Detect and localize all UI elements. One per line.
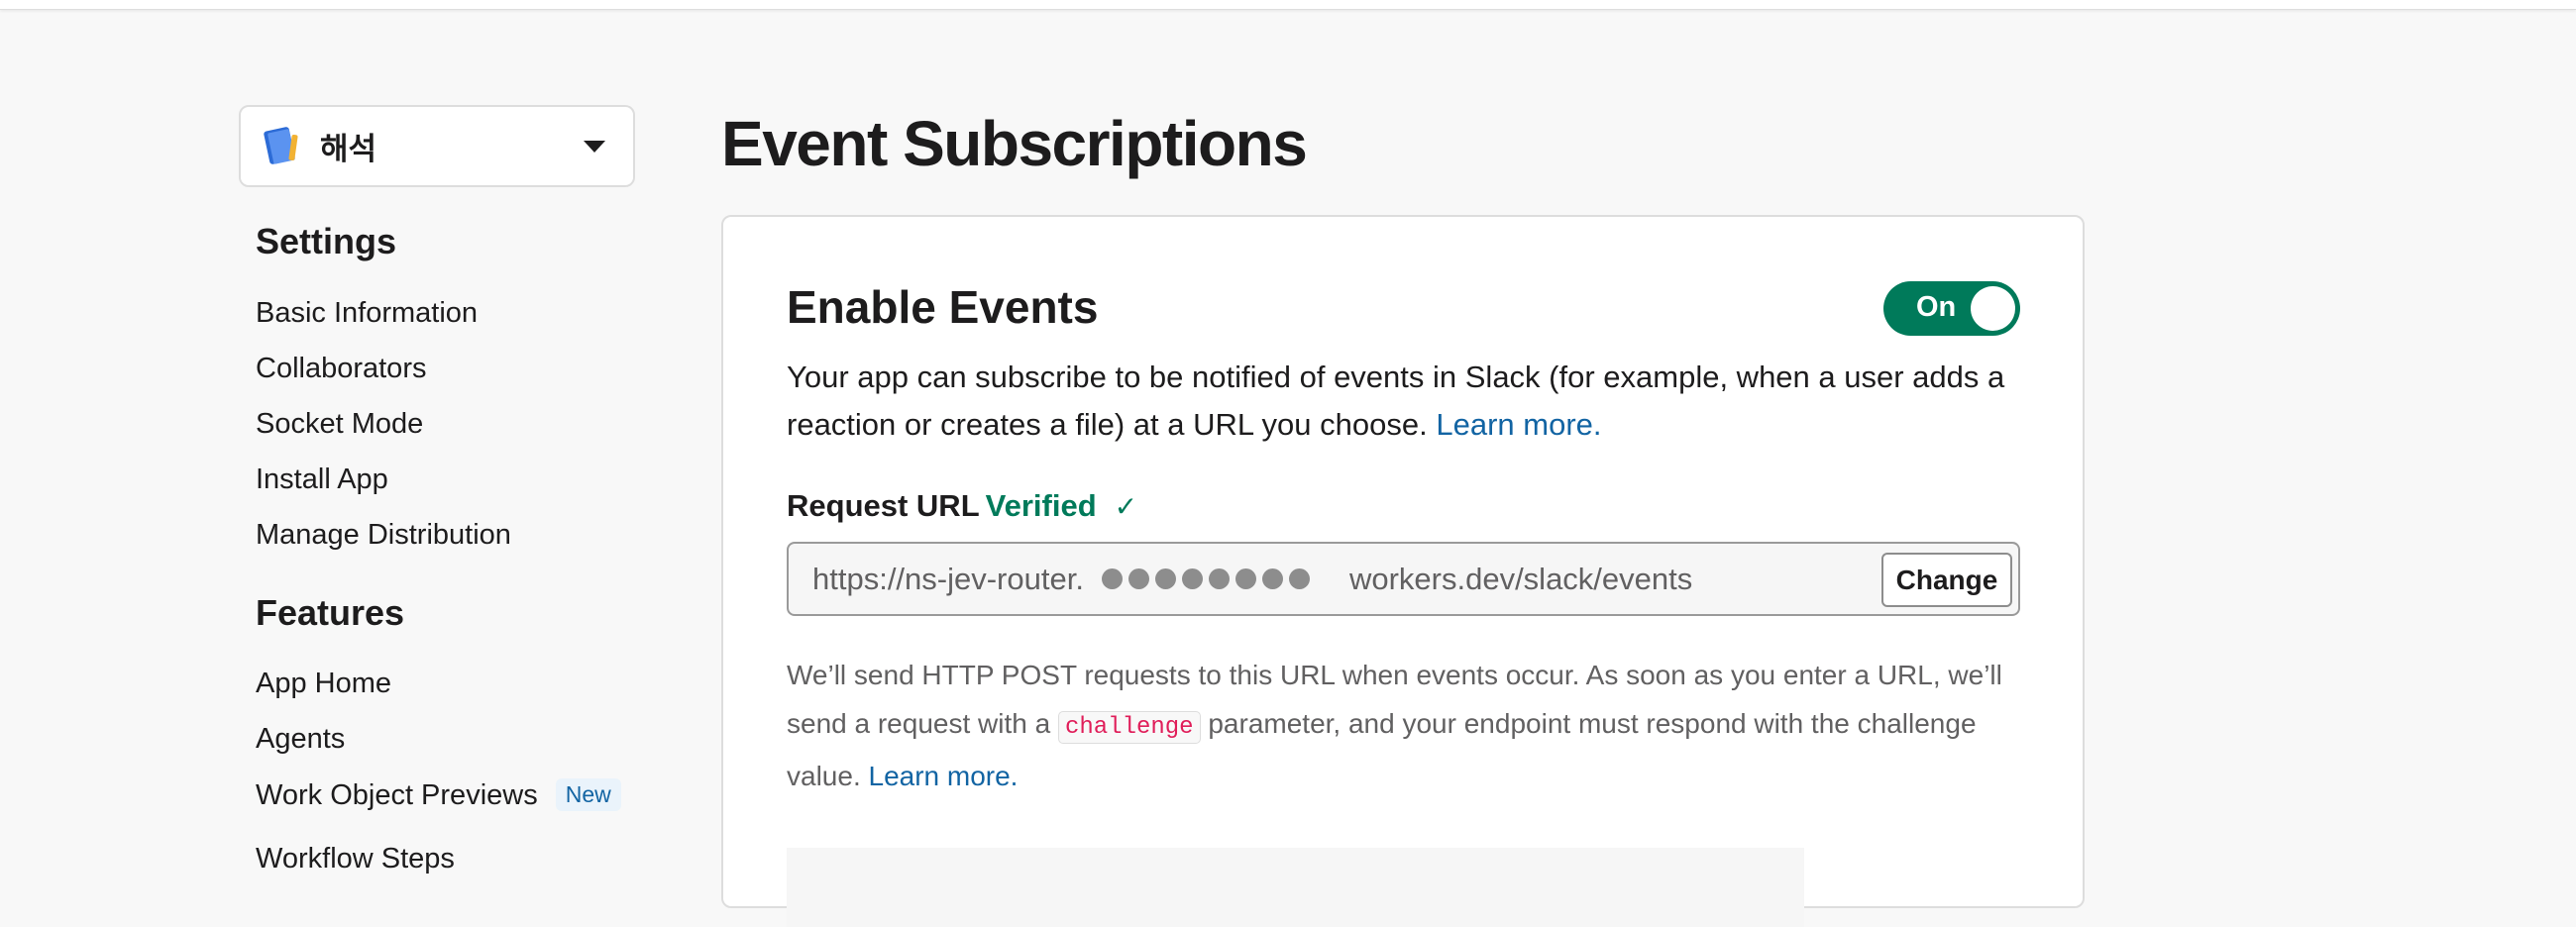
sidebar-heading-settings: Settings [256,221,397,261]
enable-events-toggle[interactable]: On [1883,281,2020,336]
sidebar-item-label: Work Object Previews [256,779,538,811]
url-prefix: https://ns-jev-router. [812,561,1084,596]
sidebar-item-work-object-previews[interactable]: Work Object Previews New [256,777,621,813]
toggle-label: On [1916,291,1957,323]
sidebar-item-install-app[interactable]: Install App [256,464,388,496]
challenge-code: challenge [1057,711,1201,744]
toggle-knob [1971,286,2015,331]
sidebar-item-manage-distribution[interactable]: Manage Distribution [256,519,511,552]
sidebar-item-app-home[interactable]: App Home [256,668,391,700]
request-url-field[interactable]: https://ns-jev-router. workers.dev/slack… [787,542,2020,616]
request-url-label-text: Request URL [787,488,980,523]
learn-more-link[interactable]: Learn more. [1436,407,1601,442]
notebook-icon [264,126,298,164]
sidebar-item-collaborators[interactable]: Collaborators [256,353,426,385]
page-title: Event Subscriptions [721,108,1308,179]
help-learn-more-link[interactable]: Learn more. [869,761,1019,791]
new-badge: New [555,777,621,811]
sidebar-item-agents[interactable]: Agents [256,723,345,756]
redacted-dots [1101,568,1310,589]
section-title: Enable Events [787,281,1099,333]
request-url-help: We’ll send HTTP POST requests to this UR… [787,651,2025,800]
description-text: Your app can subscribe to be notified of… [787,360,2005,442]
check-icon: ✓ [1114,491,1138,522]
verified-status: Verified [985,488,1097,523]
chevron-down-icon [584,140,605,153]
app-switcher[interactable]: 해석 [239,105,635,187]
sidebar-heading-features: Features [256,592,405,633]
sidebar-item-socket-mode[interactable]: Socket Mode [256,408,423,441]
top-bar [0,0,2576,10]
url-suffix: workers.dev/slack/events [1348,561,1693,596]
request-url-label: Request URL Verified ✓ [787,488,1137,524]
subscriptions-panel [787,848,1804,927]
sidebar-item-workflow-steps[interactable]: Workflow Steps [256,843,455,876]
enable-events-card: Enable Events On Your app can subscribe … [721,215,2085,927]
sidebar-item-basic-information[interactable]: Basic Information [256,297,478,330]
enable-events-description: Your app can subscribe to be notified of… [787,354,2025,449]
app-name: 해석 [320,132,377,166]
change-button[interactable]: Change [1881,553,2012,607]
